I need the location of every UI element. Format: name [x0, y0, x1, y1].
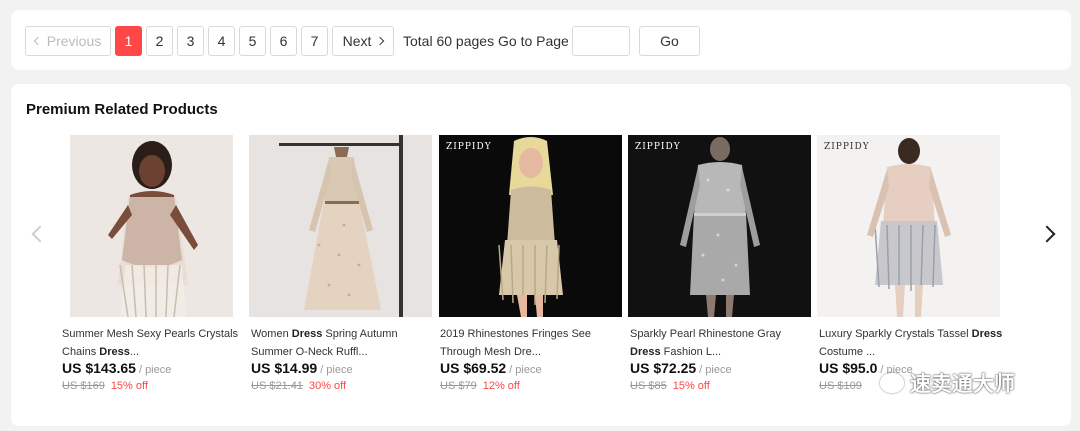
page-4-button[interactable]: 4 [208, 26, 235, 56]
brand-watermark: ZIPPIDY [824, 142, 870, 152]
product-price: US $95.0 [819, 360, 878, 376]
price-unit: / piece [320, 364, 353, 376]
total-pages-text: Total 60 pages [403, 33, 495, 49]
price-unit: / piece [699, 364, 732, 376]
goto-page-label: Go to Page [498, 33, 569, 49]
product-image[interactable]: ZIPPIDY [628, 135, 811, 317]
product-card[interactable]: Women Dress Spring Autumn Summer O-Neck … [249, 135, 435, 405]
product-card[interactable]: ZIPPIDY Luxury Sparkly Crystals Tassel D… [817, 135, 1003, 405]
original-price: US $79 [440, 380, 477, 392]
next-page-button[interactable]: Next [332, 26, 394, 56]
product-image[interactable]: ZIPPIDY [817, 135, 1000, 317]
goto-page-input[interactable] [572, 26, 630, 56]
chevron-left-icon [33, 36, 43, 46]
watermark-text: 速卖通大师 [910, 373, 1015, 396]
original-price: US $109 [819, 380, 862, 392]
product-image[interactable] [70, 135, 233, 317]
page-6-button[interactable]: 6 [270, 26, 297, 56]
original-price: US $85 [630, 380, 667, 392]
go-button[interactable]: Go [639, 26, 700, 56]
product-title[interactable]: 2019 Rhinestones Fringes See Through Mes… [440, 325, 624, 361]
brand-watermark: ZIPPIDY [446, 142, 492, 152]
next-label: Next [342, 33, 372, 49]
original-price: US $169 [62, 380, 105, 392]
product-title[interactable]: Sparkly Pearl Rhinestone Gray Dress Fash… [630, 325, 814, 361]
product-price: US $72.25 [630, 360, 697, 376]
previous-label: Previous [46, 33, 102, 49]
product-price: US $143.65 [62, 360, 136, 376]
price-unit: / piece [138, 364, 172, 376]
carousel-prev-button[interactable] [30, 225, 49, 243]
chevron-left-icon [31, 225, 49, 243]
wechat-icon [880, 373, 904, 393]
page-1-button[interactable]: 1 [115, 26, 142, 56]
discount-badge: 30% off [308, 380, 347, 392]
product-title[interactable]: Luxury Sparkly Crystals Tassel Dress Cos… [819, 325, 1003, 361]
page-2-button[interactable]: 2 [146, 26, 173, 56]
brand-watermark: ZIPPIDY [635, 142, 681, 152]
product-price: US $69.52 [440, 360, 507, 376]
carousel-next-button[interactable] [1038, 225, 1057, 243]
chevron-right-icon [376, 36, 385, 46]
price-unit: / piece [509, 364, 542, 376]
product-card[interactable]: ZIPPIDY Sparkly Pearl Rhinestone Gray Dr… [628, 135, 814, 405]
pagination-bar: Previous 1 2 3 4 5 6 7 Next Total 60 pag… [11, 10, 1071, 70]
chevron-right-icon [1038, 225, 1056, 243]
product-card[interactable]: Summer Mesh Sexy Pearls Crystals Chains … [62, 135, 246, 405]
page-3-button[interactable]: 3 [177, 26, 204, 56]
product-title[interactable]: Summer Mesh Sexy Pearls Crystals Chains … [62, 325, 246, 361]
original-price: US $21.41 [251, 380, 303, 392]
product-image[interactable]: ZIPPIDY [439, 135, 622, 317]
discount-badge: 15% off [672, 380, 710, 392]
section-title: Premium Related Products [26, 101, 218, 118]
overlay-watermark: 速卖通大师 [880, 366, 1015, 400]
discount-badge: 15% off [110, 380, 148, 392]
product-card[interactable]: ZIPPIDY 2019 Rhinestones Fringes See Thr… [439, 135, 624, 405]
previous-page-button[interactable]: Previous [25, 26, 111, 56]
product-price: US $14.99 [251, 360, 318, 376]
product-image[interactable] [249, 135, 432, 317]
page-5-button[interactable]: 5 [239, 26, 266, 56]
page-7-button[interactable]: 7 [301, 26, 328, 56]
discount-badge: 12% off [482, 380, 520, 392]
product-title[interactable]: Women Dress Spring Autumn Summer O-Neck … [251, 325, 435, 361]
